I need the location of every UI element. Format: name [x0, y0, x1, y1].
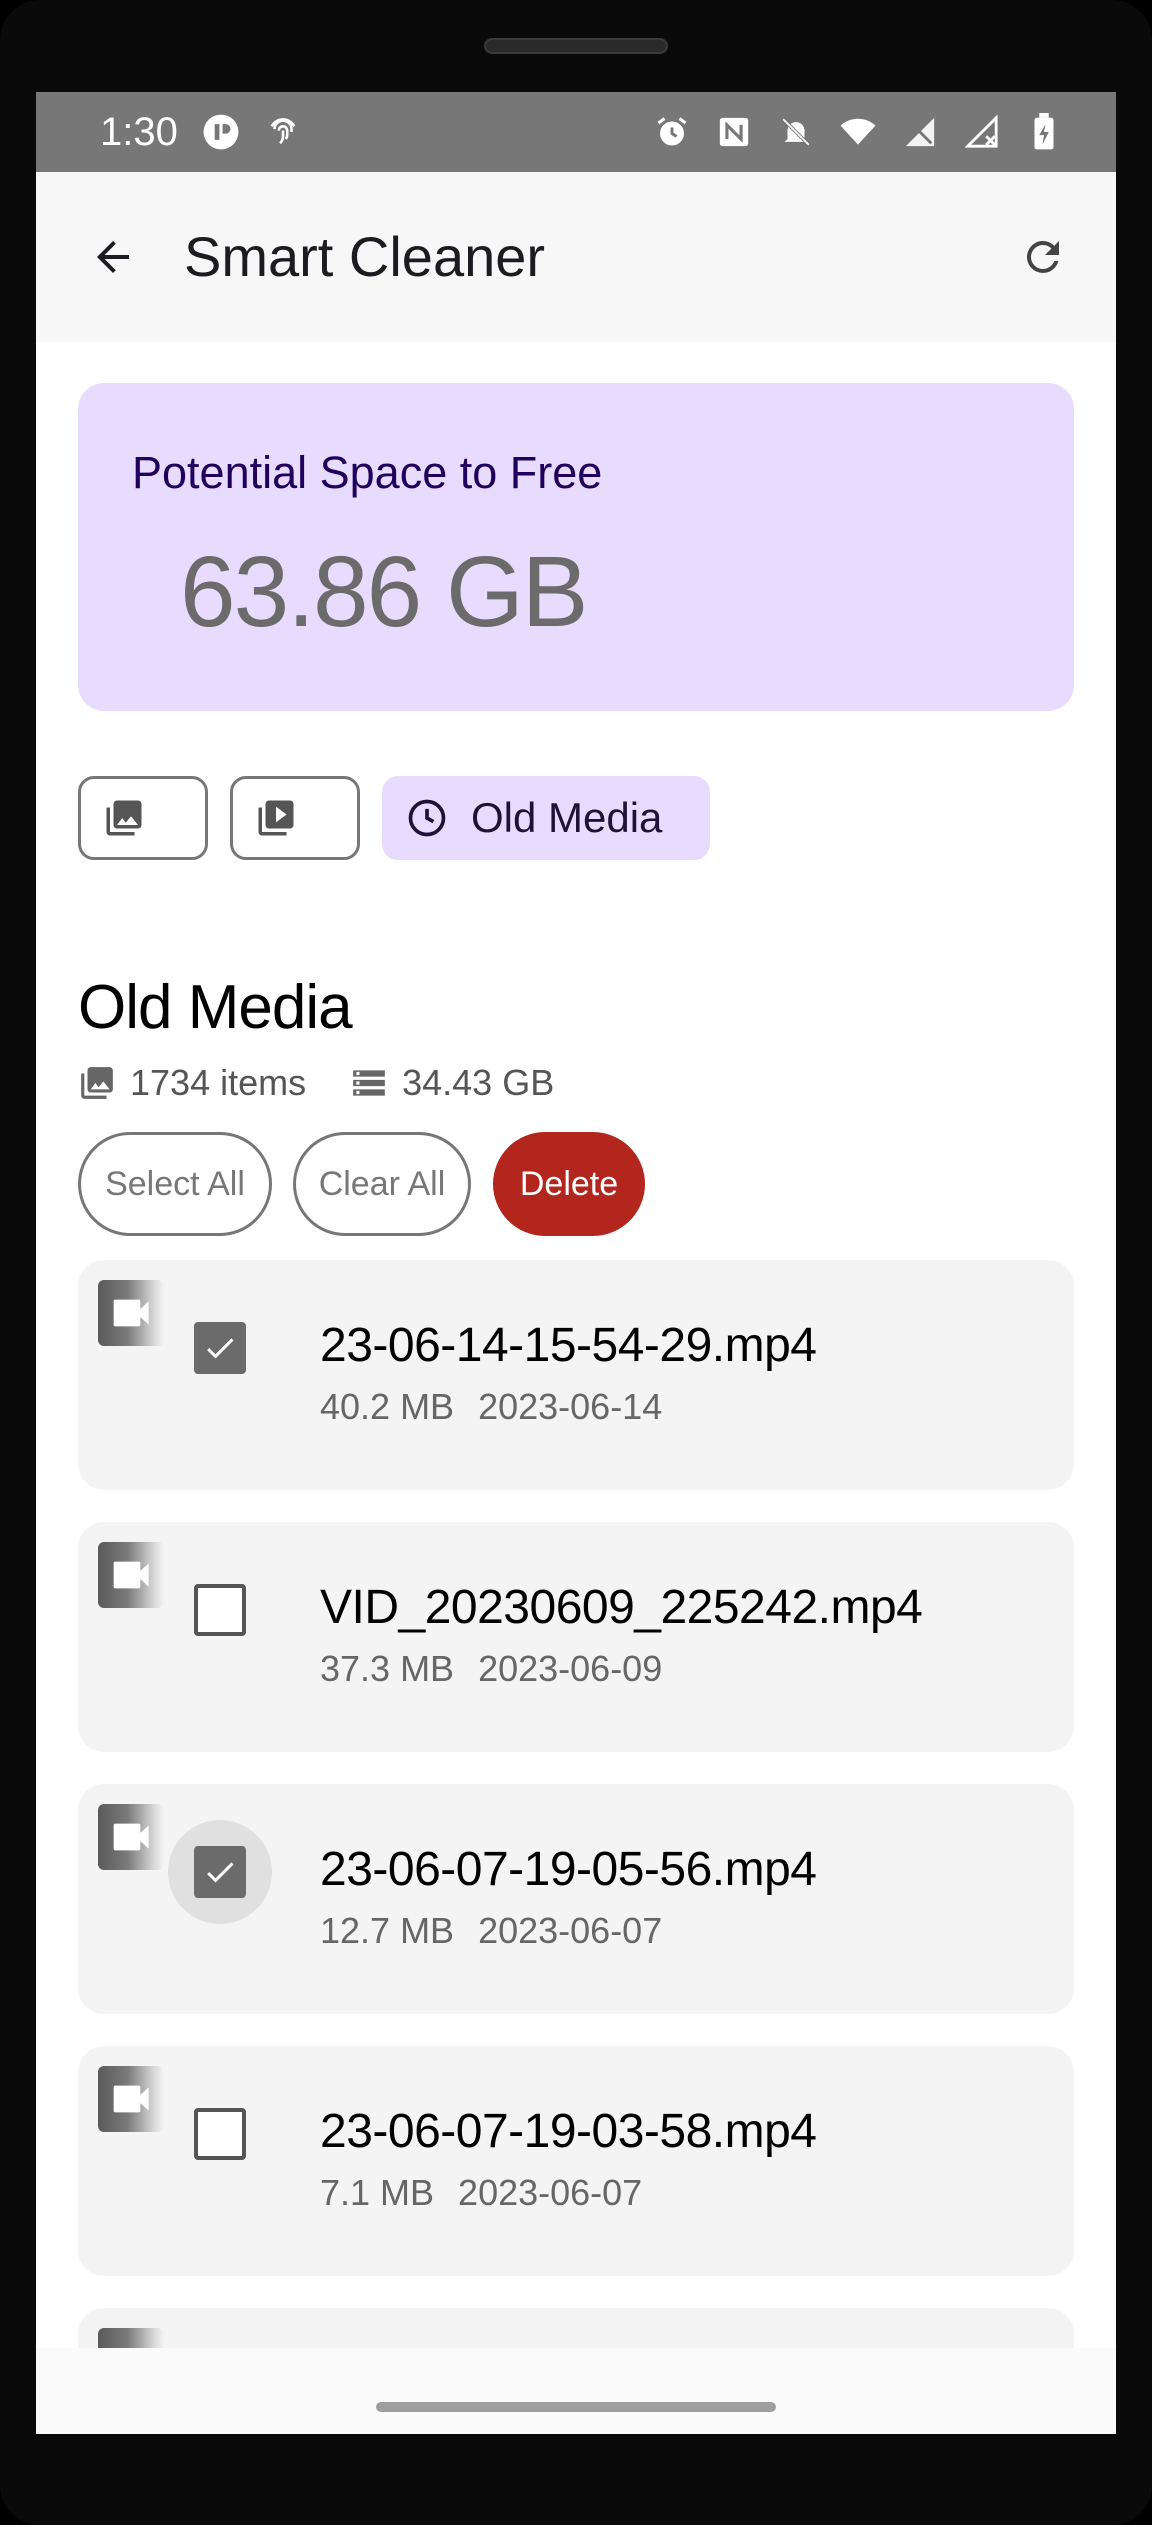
file-date: 2023-06-07: [478, 1910, 663, 1951]
refresh-button[interactable]: [1010, 224, 1076, 290]
file-name: 23-06-07-19-03-58.mp4: [320, 2105, 817, 2158]
filter-chip-old-media-label: Old Media: [471, 794, 663, 841]
no-signal-icon: [962, 112, 1002, 152]
summary-value: 63.86 GB: [180, 536, 589, 648]
select-all-button[interactable]: Select All: [78, 1132, 272, 1236]
no-sim-icon: [900, 112, 940, 152]
status-time: 1:30: [100, 110, 178, 154]
nfc-icon: [714, 112, 754, 152]
battery-charging-icon: [1024, 112, 1064, 152]
section-title: Old Media: [78, 973, 353, 1042]
items-count: 1734 items: [130, 1062, 307, 1103]
videocam-icon: [113, 2085, 149, 2113]
item-checkbox[interactable]: [194, 1322, 246, 1374]
arrow-back-icon: [97, 241, 129, 273]
videocam-icon: [113, 1823, 149, 1851]
space-summary-card: Potential Space to Free 63.86 GB: [78, 383, 1074, 711]
page-title: Smart Cleaner: [184, 225, 546, 288]
image-icon: [81, 1067, 113, 1099]
file-size: 12.7 MB: [320, 1910, 455, 1951]
clear-all-button[interactable]: Clear All: [293, 1132, 471, 1236]
check-icon: [207, 1862, 234, 1883]
item-checkbox[interactable]: [194, 1846, 246, 1898]
wifi-icon: [838, 112, 878, 152]
video-thumbnail: [98, 1542, 164, 1608]
item-checkbox[interactable]: [194, 2108, 246, 2160]
file-date: 2023-06-14: [478, 1386, 663, 1427]
file-name: 23-06-07-19-05-56.mp4: [320, 1843, 817, 1896]
home-indicator[interactable]: [376, 2402, 776, 2412]
videocam-icon: [113, 1561, 149, 1589]
alarm-icon: [652, 112, 692, 152]
device-frame: 1:30 Smart Cleaner Potential Space to Fr…: [0, 0, 1152, 2525]
section-meta: 1734 items 34.43 GB: [78, 1060, 554, 1106]
videocam-icon: [113, 1299, 149, 1327]
filter-chip-videos[interactable]: [230, 776, 360, 860]
list-item[interactable]: 23-06-07-19-03-58.mp4 7.1 MB 2023-06-07: [78, 2046, 1074, 2276]
file-date: 2023-06-09: [478, 1648, 663, 1689]
check-icon: [207, 1338, 234, 1359]
delete-button[interactable]: Delete: [493, 1132, 645, 1236]
status-bar: 1:30: [36, 92, 1116, 172]
file-size: 40.2 MB: [320, 1386, 455, 1427]
list-item[interactable]: 23-06-07-19-05-56.mp4 12.7 MB 2023-06-07: [78, 1784, 1074, 2014]
fingerprint-icon: [263, 112, 303, 152]
video-library-icon: [258, 800, 294, 836]
file-name: 23-06-14-15-54-29.mp4: [320, 1319, 817, 1372]
navigation-bar: [36, 2348, 1116, 2434]
earpiece-speaker: [484, 38, 668, 54]
video-thumbnail: [98, 2066, 164, 2132]
filter-chip-images[interactable]: [78, 776, 208, 860]
file-date: 2023-06-07: [458, 2172, 643, 2213]
notifications-off-icon: [776, 112, 816, 152]
list-item[interactable]: 23-06-14-15-54-29.mp4 40.2 MB 2023-06-14: [78, 1260, 1074, 1490]
video-thumbnail: [98, 1280, 164, 1346]
total-size: 34.43 GB: [402, 1062, 555, 1103]
video-thumbnail: [98, 1804, 164, 1870]
file-size: 7.1 MB: [320, 2172, 435, 2213]
filter-chip-old-media[interactable]: Old Media: [382, 776, 710, 860]
file-size: 37.3 MB: [320, 1648, 455, 1689]
app-notification-icon: [201, 112, 241, 152]
list-item[interactable]: VID_20230609_225242.mp4 37.3 MB 2023-06-…: [78, 1522, 1074, 1752]
clock-icon: [408, 799, 446, 837]
item-checkbox[interactable]: [194, 1584, 246, 1636]
summary-label: Potential Space to Free: [132, 447, 603, 498]
refresh-icon: [1026, 240, 1059, 273]
screen: 1:30 Smart Cleaner Potential Space to Fr…: [36, 92, 1116, 2434]
file-name: VID_20230609_225242.mp4: [320, 1581, 923, 1634]
image-icon: [106, 800, 142, 836]
storage-icon: [353, 1070, 385, 1096]
app-bar: Smart Cleaner: [36, 172, 1116, 342]
back-button[interactable]: [80, 224, 146, 290]
